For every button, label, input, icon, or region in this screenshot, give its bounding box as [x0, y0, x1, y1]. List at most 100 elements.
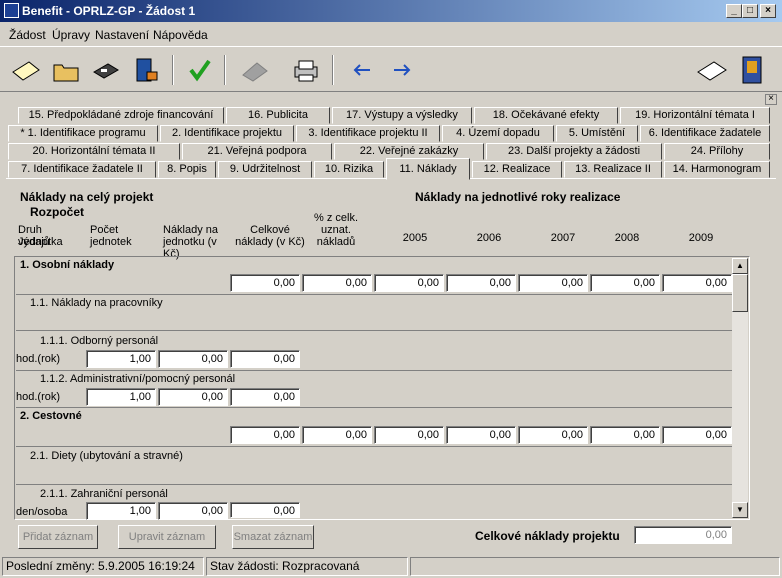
rozpocet-header: Rozpočet: [30, 205, 84, 219]
item-zahranicni-personal: 2.1.1. Zahraniční personál: [40, 488, 168, 500]
save-disk-icon[interactable]: [88, 53, 124, 87]
sec2-2008: 0,00: [590, 426, 660, 444]
col-naklady-jednotka: Náklady na jednotku (v Kč): [163, 224, 219, 260]
panel-close-icon[interactable]: ×: [765, 94, 777, 105]
arrow-right-icon[interactable]: [384, 53, 420, 87]
administrativni-celkove: 0,00: [230, 388, 300, 406]
new-document-icon[interactable]: [8, 53, 44, 87]
tab-vystupy[interactable]: 17. Výstupy a výsledky: [332, 107, 472, 124]
col-year-2008: 2008: [614, 232, 640, 244]
tab-dalsi-projekty[interactable]: 23. Další projekty a žádosti: [486, 143, 662, 160]
maximize-button[interactable]: □: [742, 4, 758, 18]
menu-upravy[interactable]: Úpravy: [52, 28, 90, 42]
scroll-up-icon[interactable]: ▲: [732, 258, 748, 274]
tab-realizace[interactable]: 12. Realizace: [472, 161, 562, 178]
row-divider: [16, 407, 732, 408]
tab-ocekavane-efekty[interactable]: 18. Očekávané efekty: [474, 107, 618, 124]
subsection-naklady-pracovniky: 1.1. Náklady na pracovníky: [30, 297, 163, 309]
tab-umisteni[interactable]: 5. Umístění: [556, 125, 638, 142]
open-folder-icon[interactable]: [48, 53, 84, 87]
minimize-button[interactable]: _: [726, 4, 742, 18]
col-year-2009: 2009: [688, 232, 714, 244]
col-year-2007: 2007: [550, 232, 576, 244]
scroll-thumb[interactable]: [732, 274, 748, 312]
tab-popis[interactable]: 8. Popis: [158, 161, 216, 178]
col-jednotka: Jednotka: [18, 236, 63, 248]
odborny-naklady-input[interactable]: 0,00: [158, 350, 228, 368]
sec2-pct: 0,00: [302, 426, 372, 444]
delete-record-button[interactable]: Smazat záznam: [232, 525, 314, 549]
tab-horizontalni-temata-1[interactable]: 19. Horizontální témata I: [620, 107, 770, 124]
odborny-celkove: 0,00: [230, 350, 300, 368]
sec1-2007: 0,00: [518, 274, 588, 292]
scroll-down-icon[interactable]: ▼: [732, 502, 748, 518]
send-disabled-icon: [236, 53, 272, 87]
row-divider: [16, 446, 732, 447]
col-celkove: Celkové náklady (v Kč): [235, 224, 305, 248]
notes-icon[interactable]: [694, 53, 730, 87]
vertical-scrollbar[interactable]: ▲ ▼: [732, 258, 748, 518]
col-pct: % z celk. uznat. nákladů: [313, 212, 358, 248]
edit-record-button[interactable]: Upravit záznam: [118, 525, 216, 549]
tab-uzemi-dopadu[interactable]: 4. Území dopadu: [442, 125, 554, 142]
administrativni-unit: hod.(rok): [16, 391, 61, 403]
odborny-unit: hod.(rok): [16, 353, 61, 365]
row-divider: [16, 484, 732, 485]
menu-napoveda[interactable]: Nápověda: [153, 28, 208, 42]
sec1-2009: 0,00: [662, 274, 732, 292]
help-book-icon[interactable]: [734, 53, 770, 87]
tab-predpokladane-zdroje[interactable]: 15. Předpokládané zdroje financování: [18, 107, 224, 124]
administrativni-naklady-input[interactable]: 0,00: [158, 388, 228, 406]
menu-nastaveni[interactable]: Nastavení: [95, 28, 149, 42]
zahranicni-celkove: 0,00: [230, 502, 300, 518]
section-osobni-naklady: 1. Osobní náklady: [20, 259, 115, 271]
tab-prilohy[interactable]: 24. Přílohy: [664, 143, 770, 160]
tab-identifikace-projektu-2[interactable]: 3. Identifikace projektu II: [296, 125, 440, 142]
check-icon[interactable]: [182, 53, 218, 87]
tab-publicita[interactable]: 16. Publicita: [226, 107, 330, 124]
sec2-2007: 0,00: [518, 426, 588, 444]
row-divider: [16, 330, 732, 331]
zahranicni-unit: den/osoba: [16, 506, 68, 518]
sec1-celkove: 0,00: [230, 274, 300, 292]
total-label: Celkové náklady projektu: [475, 529, 620, 543]
menu-bar: Žádost Úpravy Nastavení Nápověda: [0, 24, 782, 44]
section-cestovne: 2. Cestovné: [20, 410, 82, 422]
sec2-2009: 0,00: [662, 426, 732, 444]
tab-identifikace-zadatele[interactable]: 6. Identifikace žadatele: [640, 125, 770, 142]
sec2-celkove: 0,00: [230, 426, 300, 444]
tab-udrzitelnost[interactable]: 9. Udržitelnost: [218, 161, 312, 178]
print-icon[interactable]: [288, 53, 324, 87]
add-record-button[interactable]: Přidat záznam: [18, 525, 98, 549]
menu-zadost[interactable]: Žádost: [9, 28, 46, 42]
zahranicni-naklady-input[interactable]: 0,00: [158, 502, 228, 520]
app-icon: [4, 3, 19, 18]
tab-identifikace-zadatele-2[interactable]: 7. Identifikace žadatele II: [8, 161, 156, 178]
row-divider: [16, 370, 732, 371]
arrow-left-icon[interactable]: [344, 53, 380, 87]
odborny-pocet-input[interactable]: 1,00: [86, 350, 156, 368]
sec1-2008: 0,00: [590, 274, 660, 292]
total-value: 0,00: [634, 526, 732, 544]
tab-rizika[interactable]: 10. Rizika: [314, 161, 384, 178]
col-pocet: Počet jednotek: [90, 224, 132, 248]
tab-verejna-podpora[interactable]: 21. Veřejná podpora: [182, 143, 332, 160]
export-icon[interactable]: [128, 53, 164, 87]
sec1-2005: 0,00: [374, 274, 444, 292]
close-button[interactable]: ×: [760, 4, 776, 18]
tab-identifikace-programu[interactable]: * 1. Identifikace programu: [8, 125, 158, 142]
row-divider: [16, 294, 732, 295]
administrativni-pocet-input[interactable]: 1,00: [86, 388, 156, 406]
toolbar: [0, 46, 782, 92]
subsection-diety: 2.1. Diety (ubytování a stravné): [30, 450, 183, 462]
tab-harmonogram[interactable]: 14. Harmonogram: [664, 161, 770, 178]
status-last-changes: Poslední změny: 5.9.2005 16:19:24: [2, 557, 204, 576]
tab-horizontalni-temata-2[interactable]: 20. Horizontální témata II: [8, 143, 180, 160]
tab-identifikace-projektu[interactable]: 2. Identifikace projektu: [160, 125, 294, 142]
status-bar: Poslední změny: 5.9.2005 16:19:24 Stav ž…: [0, 555, 782, 578]
toolbar-separator: [172, 55, 174, 85]
tab-naklady[interactable]: 11. Náklady: [386, 158, 470, 180]
section-right-header: Náklady na jednotlivé roky realizace: [415, 190, 621, 204]
tab-realizace-2[interactable]: 13. Realizace II: [564, 161, 662, 178]
zahranicni-pocet-input[interactable]: 1,00: [86, 502, 156, 520]
